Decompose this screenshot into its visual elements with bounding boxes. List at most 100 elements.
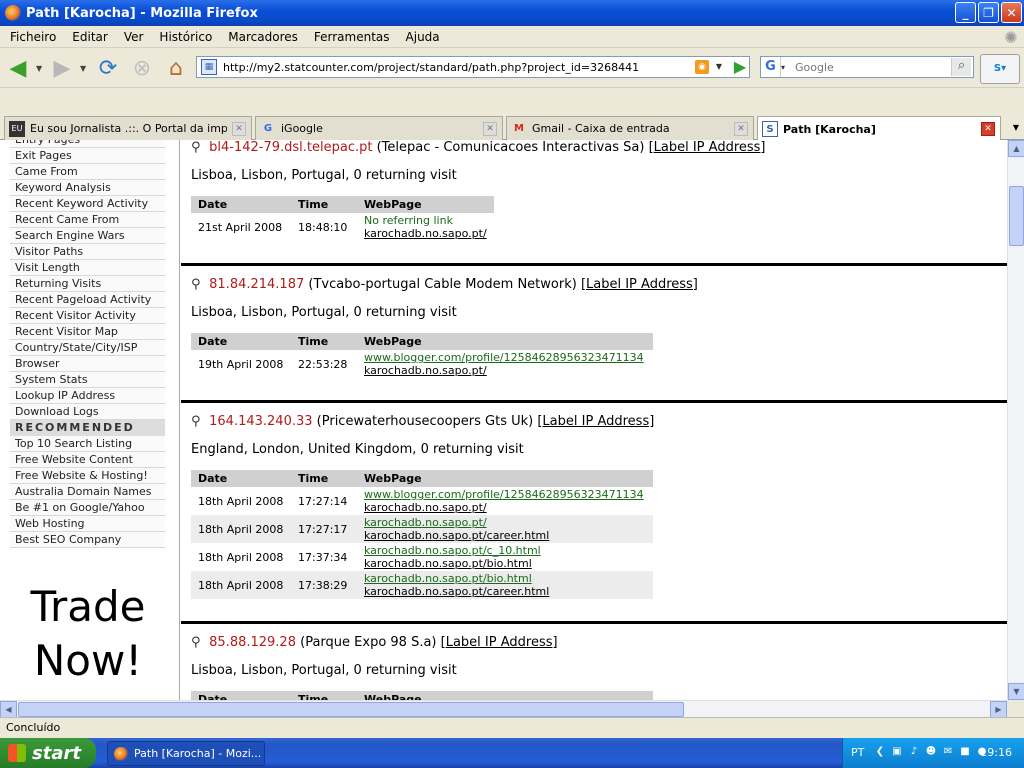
sidebar-item-browser[interactable]: Browser: [10, 356, 165, 372]
sidebar-item-web-hosting[interactable]: Web Hosting: [10, 516, 165, 532]
menu-ficheiro[interactable]: Ficheiro: [2, 30, 64, 44]
network-icon[interactable]: ▣: [890, 745, 904, 759]
rss-feed-icon[interactable]: ◉: [695, 60, 709, 74]
reload-icon[interactable]: ⟳: [94, 54, 122, 82]
close-window-button[interactable]: ✕: [1001, 2, 1022, 23]
volume-icon[interactable]: ♪: [907, 745, 921, 759]
language-indicator[interactable]: PT: [851, 746, 864, 759]
vertical-scroll-thumb[interactable]: [1009, 186, 1024, 246]
scroll-down-arrow-icon[interactable]: ▼: [1008, 683, 1024, 700]
horizontal-scroll-thumb[interactable]: [18, 702, 684, 717]
menu-ajuda[interactable]: Ajuda: [398, 30, 448, 44]
tab-close-icon[interactable]: ✕: [981, 122, 995, 136]
tab-gmail[interactable]: M Gmail - Caixa de entrada ✕: [506, 116, 754, 140]
taskbar-firefox-window[interactable]: Path [Karocha] - Mozi...: [107, 741, 265, 766]
back-arrow-icon[interactable]: ◀: [4, 54, 32, 82]
label-ip-link[interactable]: [Label IP Address]: [649, 140, 766, 155]
search-magnifier-icon[interactable]: ⌕: [951, 58, 971, 76]
home-icon[interactable]: ⌂: [162, 54, 190, 82]
search-bar[interactable]: G ▾ ⌕: [760, 56, 974, 78]
page-link[interactable]: karochadb.no.sapo.pt/career.html: [364, 529, 646, 542]
tab-igoogle[interactable]: G iGoogle ✕: [255, 116, 503, 140]
magnifier-icon[interactable]: ⚲: [191, 635, 205, 650]
label-ip-link[interactable]: [Label IP Address]: [537, 414, 654, 429]
referrer-link[interactable]: www.blogger.com/profile/1258462895632347…: [364, 488, 646, 501]
sidebar-item-system-stats[interactable]: System Stats: [10, 372, 165, 388]
scroll-up-arrow-icon[interactable]: ▲: [1008, 140, 1024, 157]
sidebar-item-be-1-google-yahoo[interactable]: Be #1 on Google/Yahoo: [10, 500, 165, 516]
forward-arrow-icon[interactable]: ▶: [48, 54, 76, 82]
sidebar-item-returning-visits[interactable]: Returning Visits: [10, 276, 165, 292]
messenger-icon[interactable]: ☻: [924, 745, 938, 759]
start-button[interactable]: start: [0, 738, 96, 768]
sidebar-item-visitor-paths[interactable]: Visitor Paths: [10, 244, 165, 260]
referrer-link[interactable]: karochadb.no.sapo.pt/bio.html: [364, 572, 646, 585]
minimize-button[interactable]: _: [955, 2, 976, 23]
ip-link[interactable]: bl4-142-79.dsl.telepac.pt: [209, 140, 372, 155]
windows-flag-icon[interactable]: ■: [958, 745, 972, 759]
tray-expand-icon[interactable]: ❮: [873, 745, 887, 759]
magnifier-icon[interactable]: ⚲: [191, 140, 205, 155]
label-ip-link[interactable]: [Label IP Address]: [441, 635, 558, 650]
magnifier-icon[interactable]: ⚲: [191, 277, 205, 292]
sidebar-item-keyword-analysis[interactable]: Keyword Analysis: [10, 180, 165, 196]
page-link[interactable]: karochadb.no.sapo.pt/career.html: [364, 585, 646, 598]
horizontal-scrollbar[interactable]: ◀ ▶: [0, 700, 1007, 718]
sidebar-item-top10-search-listing[interactable]: Top 10 Search Listing: [10, 436, 165, 452]
sidebar-item-entry-pages[interactable]: Entry Pages: [10, 140, 165, 148]
page-link[interactable]: karochadb.no.sapo.pt/bio.html: [364, 557, 646, 570]
tab-close-icon[interactable]: ✕: [232, 121, 246, 136]
url-dropdown-icon[interactable]: ▼: [711, 57, 727, 77]
referrer-link[interactable]: karochadb.no.sapo.pt/c_10.html: [364, 544, 646, 557]
sidebar-item-recent-came-from[interactable]: Recent Came From: [10, 212, 165, 228]
restore-button[interactable]: ❐: [978, 2, 999, 23]
sidebar-item-exit-pages[interactable]: Exit Pages: [10, 148, 165, 164]
google-engine-icon[interactable]: G: [761, 57, 781, 77]
forward-history-dropdown-icon[interactable]: ▼: [80, 64, 86, 73]
ip-link[interactable]: 164.143.240.33: [209, 414, 312, 429]
sidebar-item-lookup-ip-address[interactable]: Lookup IP Address: [10, 388, 165, 404]
chat-icon[interactable]: ✉: [941, 745, 955, 759]
tab-list-dropdown-icon[interactable]: ▼: [1008, 116, 1024, 140]
menu-ver[interactable]: Ver: [116, 30, 152, 44]
magnifier-icon[interactable]: ⚲: [191, 414, 205, 429]
referrer-link[interactable]: www.blogger.com/profile/1258462895632347…: [364, 351, 646, 364]
search-input[interactable]: [795, 60, 945, 74]
ip-link[interactable]: 85.88.129.28: [209, 635, 296, 650]
sidebar-item-visit-length[interactable]: Visit Length: [10, 260, 165, 276]
sidebar-item-recent-pageload-activity[interactable]: Recent Pageload Activity: [10, 292, 165, 308]
sidebar-item-best-seo-company[interactable]: Best SEO Company: [10, 532, 165, 548]
sidebar-item-free-website-hosting[interactable]: Free Website & Hosting!: [10, 468, 165, 484]
page-link[interactable]: karochadb.no.sapo.pt/: [364, 364, 646, 377]
page-link[interactable]: karochadb.no.sapo.pt/: [364, 501, 646, 514]
stop-icon[interactable]: ⊗: [128, 54, 156, 82]
skype-addon-icon[interactable]: S▾: [980, 54, 1020, 84]
menu-historico[interactable]: Histórico: [151, 30, 220, 44]
address-bar[interactable]: ▦ http://my2.statcounter.com/project/sta…: [196, 56, 750, 78]
ip-link[interactable]: 81.84.214.187: [209, 277, 304, 292]
tab-close-icon[interactable]: ✕: [483, 121, 497, 136]
sidebar-item-free-website-content[interactable]: Free Website Content: [10, 452, 165, 468]
tab-close-icon[interactable]: ✕: [734, 121, 748, 136]
go-arrow-icon[interactable]: ▶: [730, 58, 750, 76]
back-history-dropdown-icon[interactable]: ▼: [36, 64, 42, 73]
sidebar-item-came-from[interactable]: Came From: [10, 164, 165, 180]
page-link[interactable]: karochadb.no.sapo.pt/: [364, 227, 487, 240]
menu-ferramentas[interactable]: Ferramentas: [306, 30, 398, 44]
menu-marcadores[interactable]: Marcadores: [220, 30, 306, 44]
trade-now-ad[interactable]: Trade Now!: [8, 580, 168, 688]
menu-editar[interactable]: Editar: [64, 30, 116, 44]
vertical-scrollbar[interactable]: ▲ ▼: [1007, 140, 1024, 700]
engine-dropdown-icon[interactable]: ▾: [781, 63, 791, 72]
sidebar-item-recent-keyword-activity[interactable]: Recent Keyword Activity: [10, 196, 165, 212]
tab-jornalista[interactable]: EU Eu sou Jornalista .::. O Portal da im…: [4, 116, 252, 140]
tab-path-karocha[interactable]: S Path [Karocha] ✕: [757, 116, 1001, 141]
sidebar-item-recent-visitor-map[interactable]: Recent Visitor Map: [10, 324, 165, 340]
referrer-link[interactable]: karochadb.no.sapo.pt/: [364, 516, 646, 529]
sidebar-item-recent-visitor-activity[interactable]: Recent Visitor Activity: [10, 308, 165, 324]
scroll-right-arrow-icon[interactable]: ▶: [990, 701, 1007, 718]
sidebar-item-search-engine-wars[interactable]: Search Engine Wars: [10, 228, 165, 244]
scroll-left-arrow-icon[interactable]: ◀: [0, 701, 17, 718]
sidebar-item-download-logs[interactable]: Download Logs: [10, 404, 165, 420]
sidebar-item-australia-domain-names[interactable]: Australia Domain Names: [10, 484, 165, 500]
